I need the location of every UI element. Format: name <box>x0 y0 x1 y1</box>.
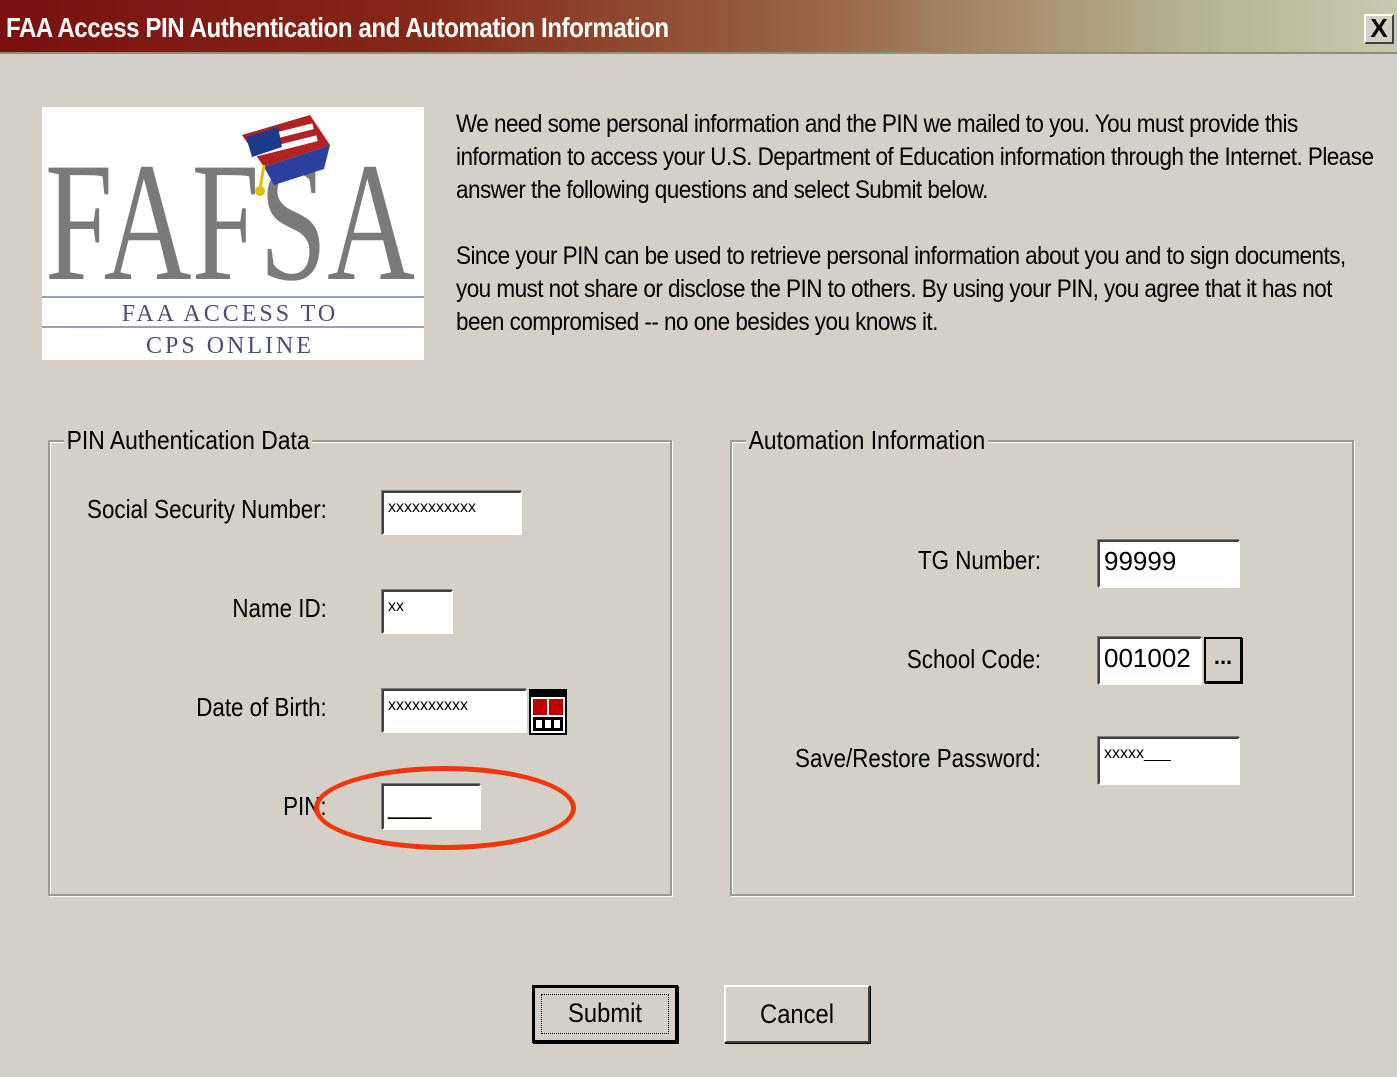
fafsa-logo: FAFSA FAA ACCESS TO CPS ONLINE <box>42 107 424 360</box>
password-field[interactable]: xxxxx___ <box>1098 737 1240 785</box>
submit-button[interactable]: Submit <box>532 985 678 1043</box>
automation-information-group: Automation Information <box>730 425 1354 896</box>
cancel-button[interactable]: Cancel <box>724 985 870 1043</box>
pin-field[interactable]: ___ <box>382 784 481 830</box>
name-id-field[interactable]: xx <box>382 590 453 634</box>
school-code-browse-button[interactable]: ... <box>1204 637 1242 683</box>
ssn-field[interactable]: xxxxxxxxxxx <box>382 491 522 535</box>
title-bar: FAA Access PIN Authentication and Automa… <box>0 0 1397 54</box>
ssn-label: Social Security Number: <box>87 494 327 524</box>
school-code-field[interactable]: 001002 <box>1098 637 1202 685</box>
intro-paragraph-2: Since your PIN can be used to retrieve p… <box>456 242 1346 336</box>
tg-number-label: TG Number: <box>917 545 1041 575</box>
logo-brand: FAFSA <box>45 128 415 316</box>
window-title: FAA Access PIN Authentication and Automa… <box>6 12 669 43</box>
close-button[interactable]: X <box>1364 14 1394 44</box>
logo-line2: CPS ONLINE <box>146 333 314 359</box>
logo-line1: FAA ACCESS TO <box>122 301 338 327</box>
name-id-label: Name ID: <box>232 593 327 623</box>
calendar-icon[interactable] <box>529 689 567 735</box>
dob-label: Date of Birth: <box>196 692 327 722</box>
dob-field[interactable]: xxxxxxxxxx <box>382 689 527 733</box>
automation-group-legend: Automation Information <box>746 425 988 456</box>
tg-number-field[interactable]: 99999 <box>1098 540 1240 588</box>
pin-label: PIN: <box>283 791 327 821</box>
intro-text: We need some personal information and th… <box>456 108 1386 372</box>
intro-paragraph-1: We need some personal information and th… <box>456 110 1374 204</box>
fafsa-logo-image: FAFSA FAA ACCESS TO CPS ONLINE <box>42 115 424 359</box>
school-code-label: School Code: <box>906 644 1041 674</box>
cancel-label: Cancel <box>760 999 834 1029</box>
submit-label: Submit <box>568 998 642 1028</box>
password-label: Save/Restore Password: <box>794 743 1041 773</box>
pin-group-legend: PIN Authentication Data <box>64 425 313 456</box>
